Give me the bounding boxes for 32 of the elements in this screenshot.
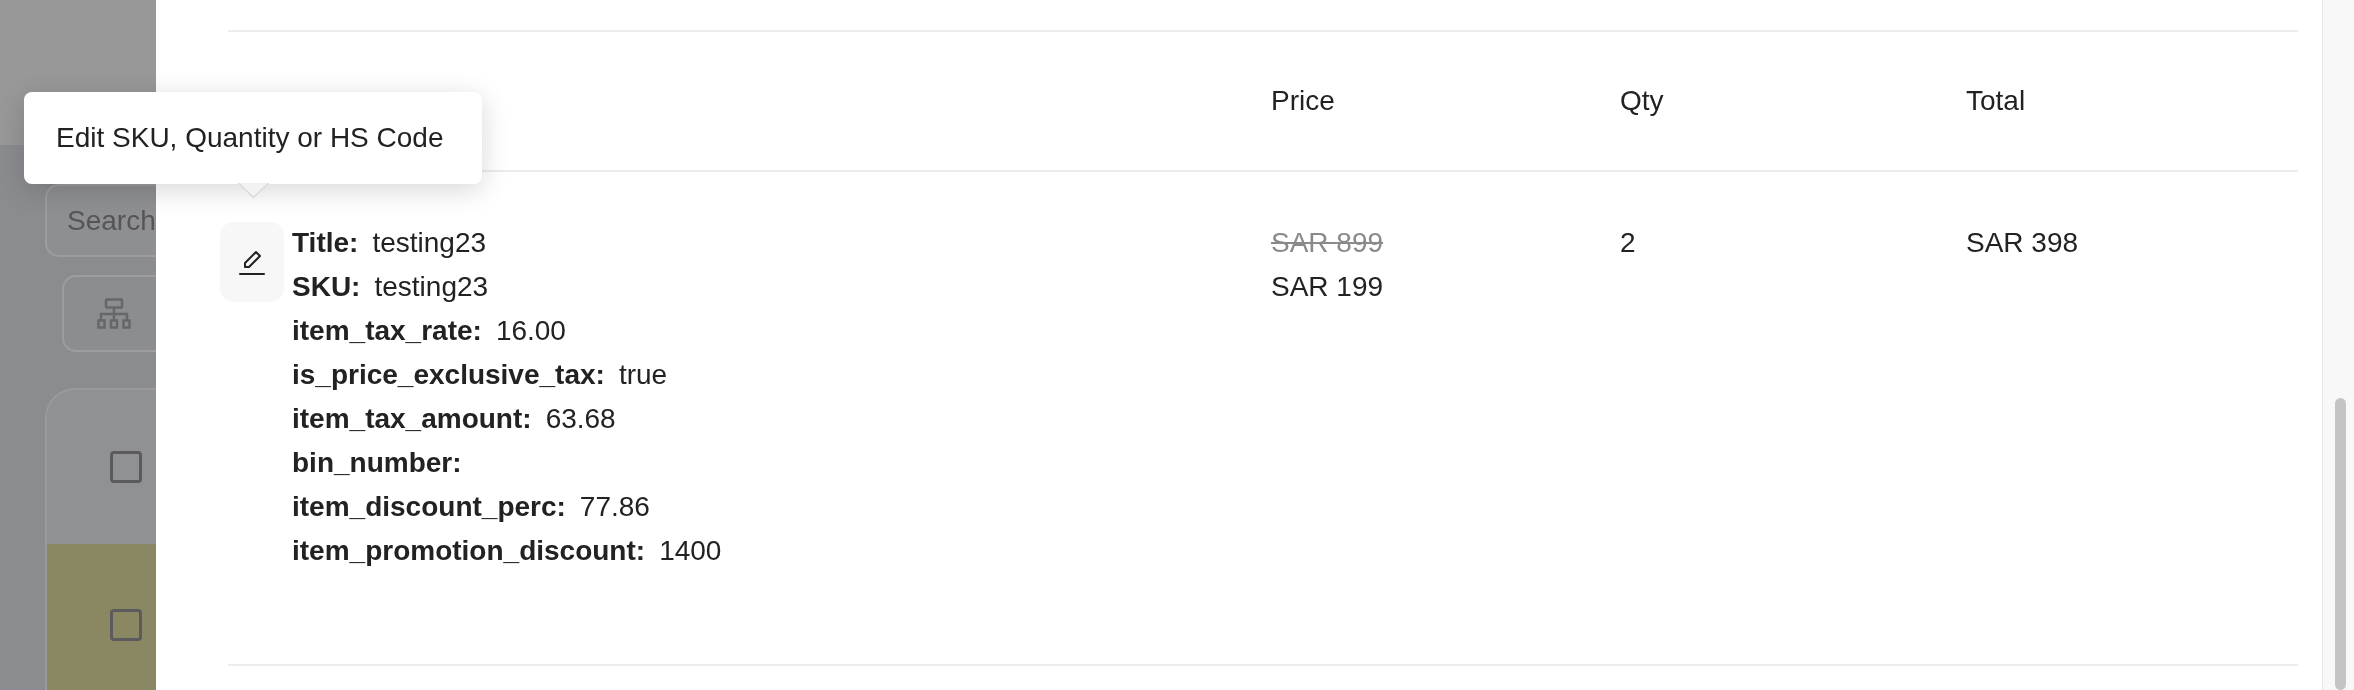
quantity: 2 — [1620, 226, 1637, 260]
attribute-value: 1400 — [659, 535, 722, 566]
attribute-value: true — [618, 359, 668, 390]
tooltip-pointer-icon — [238, 183, 269, 198]
checkbox[interactable] — [110, 609, 142, 641]
column-header: Qty — [1620, 84, 1665, 118]
column-header: Price — [1271, 84, 1336, 118]
tooltip: Edit SKU, Quantity or HS Code — [24, 92, 482, 184]
scrollbar-thumb[interactable] — [2335, 398, 2346, 690]
attribute-label: bin_number: — [292, 447, 462, 478]
attribute-label: is_price_exclusive_tax: — [292, 359, 605, 390]
attribute-value: 77.86 — [579, 491, 650, 522]
edit-button[interactable] — [220, 222, 284, 302]
pencil-icon — [238, 248, 266, 276]
line-total: SAR 398 — [1966, 226, 2080, 260]
hierarchy-icon — [97, 298, 131, 329]
attribute-label: item_discount_perc: — [292, 491, 566, 522]
attribute-value: testing23 — [372, 227, 487, 258]
attribute-label: item_tax_amount: — [292, 403, 532, 434]
toolbar-button[interactable] — [62, 275, 156, 352]
attribute-value: 16.00 — [495, 315, 566, 346]
checkbox[interactable] — [110, 451, 142, 483]
attribute-label: item_promotion_discount: — [292, 535, 646, 566]
attribute-label: SKU: — [292, 271, 361, 302]
search-field[interactable]: Search — [45, 184, 156, 257]
attribute-label: Title: — [292, 227, 359, 258]
attribute-value: testing23 — [374, 271, 489, 302]
original-price: SAR 899 — [1271, 226, 1385, 260]
price: SAR 199 — [1271, 270, 1385, 304]
column-header: Total — [1966, 84, 2027, 118]
attribute-label: item_tax_rate: — [292, 315, 482, 346]
attribute-value: 63.68 — [545, 403, 616, 434]
